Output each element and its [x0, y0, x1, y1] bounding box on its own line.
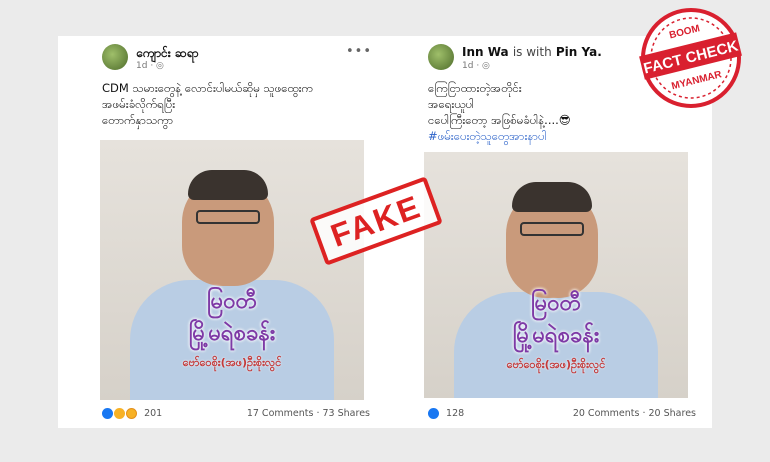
boom-fact-check-badge: BOOM FACT CHECK MYANMAR	[639, 8, 742, 108]
author-name[interactable]: Inn Wa	[462, 45, 509, 59]
post-text-line: ငပေါကြီးတော့ အဖြစ်မခံပါနဲ့....😎	[428, 113, 571, 127]
video-person-glasses	[520, 222, 584, 236]
globe-icon: · ◎	[476, 61, 490, 71]
post-text-line: CDM သမားတွေနဲ့ လောင်းပါမယ်ဆိုမှ သူဖထွေးက	[102, 81, 313, 95]
post-time[interactable]: 1d	[136, 61, 147, 71]
globe-icon: · ◎	[150, 61, 164, 71]
video-person-glasses	[196, 210, 260, 224]
post-header: ကျောင်း ဆရာ 1d · ◎ •••	[102, 44, 371, 72]
like-reaction-icon	[428, 408, 439, 419]
tagged-name[interactable]: Pin Ya	[556, 45, 597, 59]
video-overlay-title: မြဝတီ	[206, 289, 258, 314]
engagement-stats: 17 Comments · 73 Shares	[247, 408, 370, 419]
video-overlay-subtitle: မြို့မရဲစခန်း	[512, 323, 600, 348]
more-options-icon[interactable]: •••	[346, 44, 372, 59]
like-reaction-icon	[102, 408, 113, 419]
video-overlay-caption: ဗော်ဝေစိုး(အဖ)ဦးစိုးလွင်	[182, 356, 282, 369]
reactions[interactable]: 128	[428, 408, 464, 419]
avatar[interactable]	[428, 44, 454, 70]
reaction-count: 128	[446, 408, 465, 419]
video-overlay-caption: ဗော်ဝေစိုး(အဖ)ဦးစိုးလွင်	[506, 358, 606, 371]
wow-reaction-icon	[126, 408, 138, 419]
haha-reaction-icon	[114, 408, 126, 419]
post-text-line: တောက်နှာသကွာ	[102, 113, 174, 127]
reaction-count: 201	[144, 408, 163, 419]
author-line: Inn Wa is with Pin Ya.	[462, 45, 602, 59]
post-text: CDM သမားတွေနဲ့ လောင်းပါမယ်ဆိုမှ သူဖထွေးက…	[102, 80, 372, 128]
post-meta: 1d · ◎	[462, 61, 490, 71]
post-meta: 1d · ◎	[136, 61, 164, 71]
post-text-line: အဖမ်းခံလိုက်ရပြီး	[102, 97, 176, 111]
video-overlay-title: မြဝတီ	[530, 291, 582, 316]
engagement-stats: 20 Comments · 20 Shares	[573, 408, 696, 419]
video-person-hair	[188, 170, 268, 200]
post-footer: 201 17 Comments · 73 Shares	[102, 408, 370, 424]
comments-count[interactable]: 20 Comments	[573, 408, 640, 419]
post-video[interactable]: မြဝတီ မြို့မရဲစခန်း ဗော်ဝေစိုး(အဖ)ဦးစိုး…	[100, 140, 364, 400]
shares-count[interactable]: 20 Shares	[649, 408, 696, 419]
video-person-hair	[512, 182, 592, 212]
shares-count[interactable]: 73 Shares	[323, 408, 370, 419]
post-footer: 128 20 Comments · 20 Shares	[428, 408, 696, 424]
avatar[interactable]	[102, 44, 128, 70]
with-text: is with	[512, 45, 552, 59]
video-overlay-subtitle: မြို့မရဲစခန်း	[188, 321, 276, 346]
reactions[interactable]: 201	[102, 408, 162, 419]
post-time[interactable]: 1d	[462, 61, 473, 71]
post-video[interactable]: မြဝတီ မြို့မရဲစခန်း ဗော်ဝေစိုး(အဖ)ဦးစိုး…	[424, 152, 688, 398]
comments-count[interactable]: 17 Comments	[247, 408, 314, 419]
hashtag-link[interactable]: #ဖမ်းပေးတဲ့သူတွေအားနာပါ	[428, 128, 698, 144]
screenshot-canvas: ကျောင်း ဆရာ 1d · ◎ ••• CDM သမားတွေနဲ့ လေ…	[0, 0, 770, 462]
